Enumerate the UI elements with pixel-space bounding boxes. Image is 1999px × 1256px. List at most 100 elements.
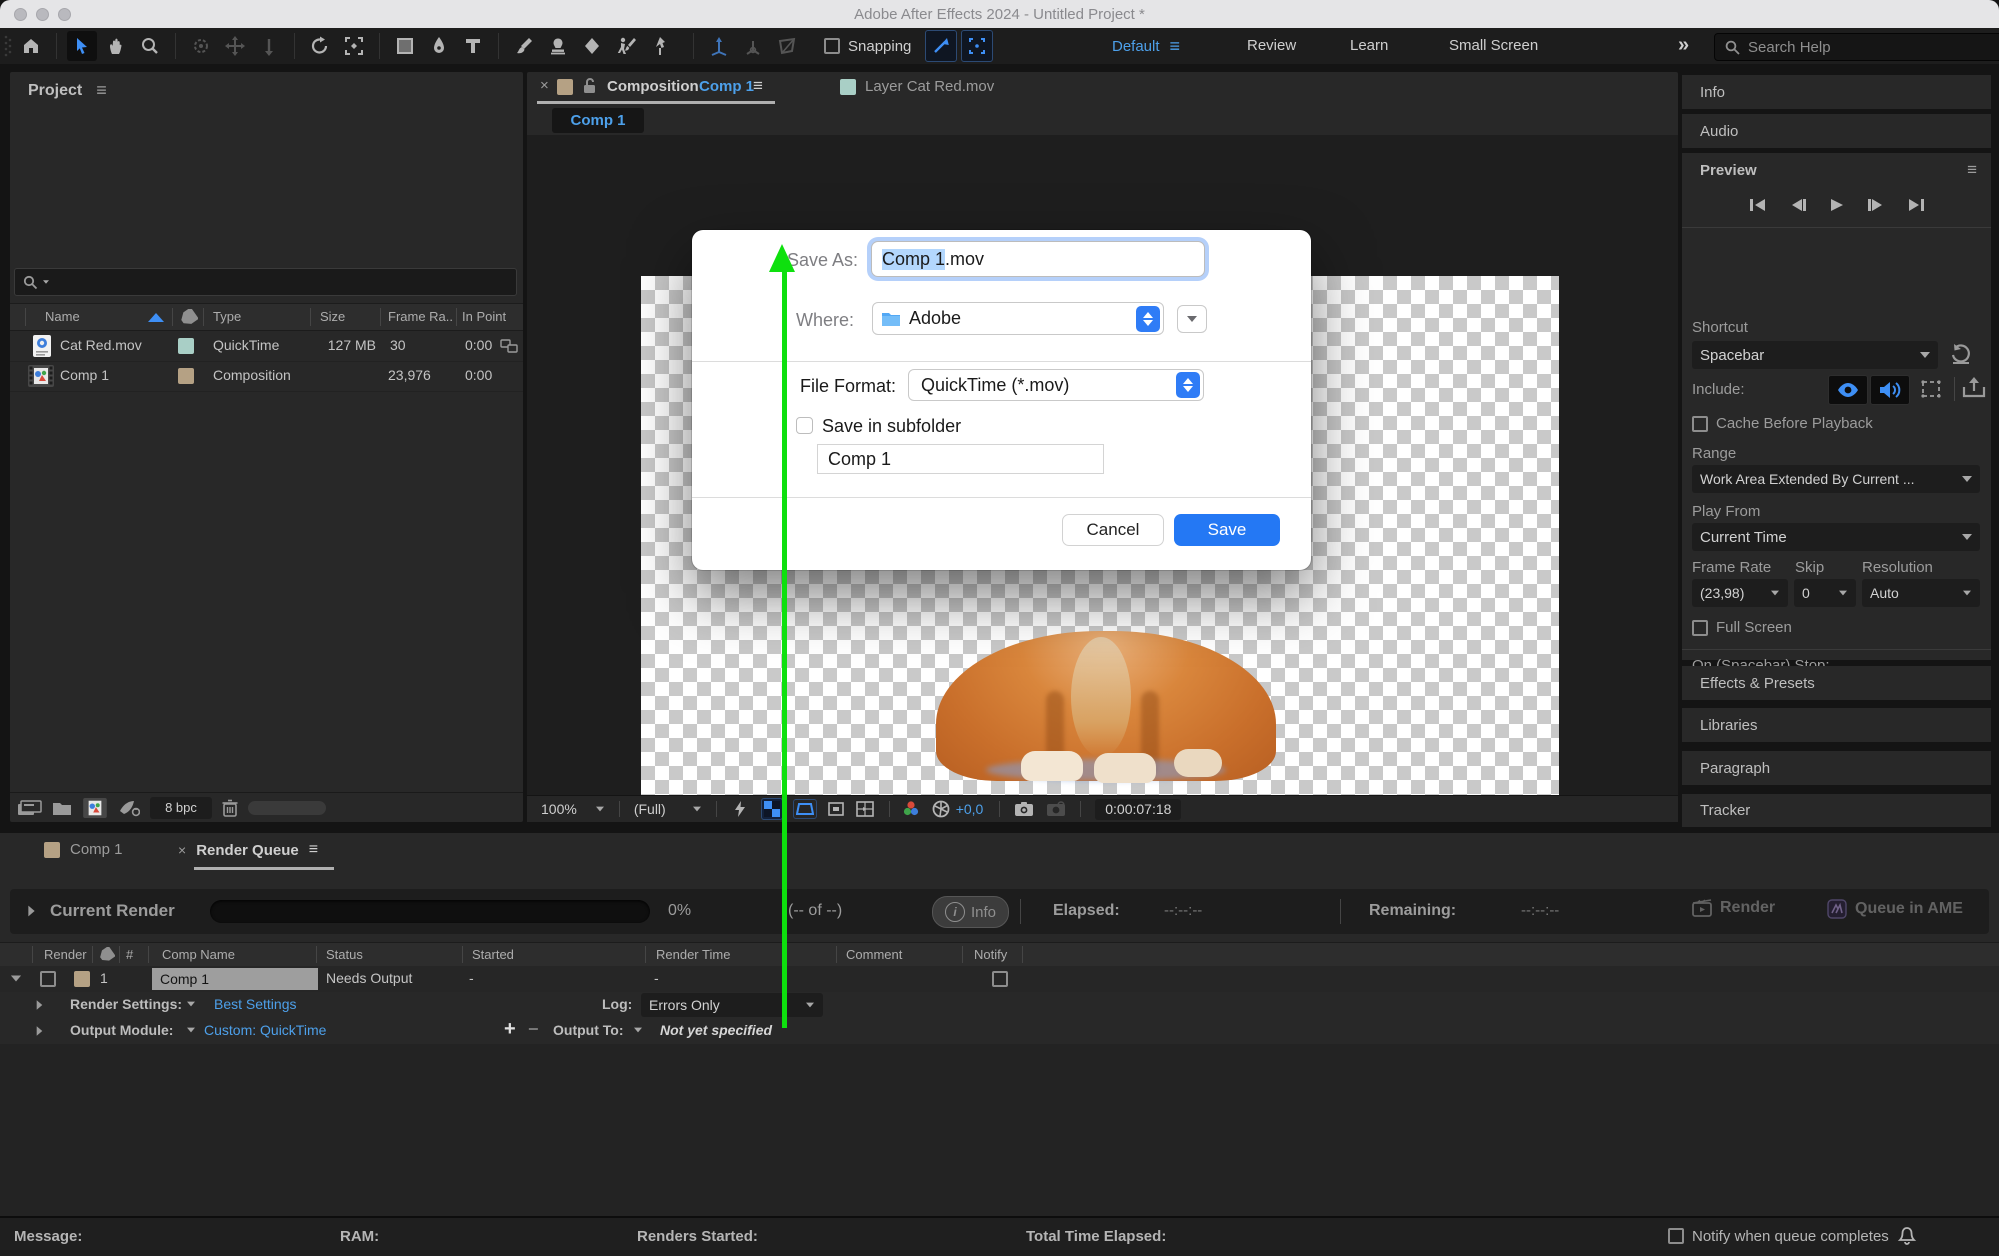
world-axis-mode[interactable] [738, 31, 768, 61]
rq-col-status[interactable]: Status [326, 947, 363, 962]
region-of-interest-icon[interactable] [827, 801, 845, 817]
composition-tab-name[interactable]: Comp 1 [699, 78, 754, 95]
rq-col-render[interactable]: Render [44, 947, 87, 962]
rq-row-render-checkbox[interactable] [40, 971, 56, 987]
rq-tab[interactable]: × Render Queue ≡ [178, 841, 318, 859]
cancel-button[interactable]: Cancel [1062, 514, 1164, 546]
project-row-cat-red[interactable]: Cat Red.mov QuickTime 127 MB 30 0:00 [10, 331, 523, 362]
shortcut-dropdown[interactable]: Spacebar [1692, 341, 1938, 369]
traffic-lights[interactable] [14, 8, 71, 21]
close-tab-icon[interactable]: × [540, 77, 549, 94]
workspace-default[interactable]: Default [1112, 38, 1160, 55]
output-to-value[interactable]: Not yet specified [660, 1022, 772, 1038]
magnification-dropdown[interactable]: 100% [541, 801, 605, 817]
first-frame-icon[interactable] [1749, 198, 1767, 212]
pen-tool[interactable] [424, 31, 454, 61]
column-name[interactable]: Name [45, 309, 80, 324]
fast-preview-icon[interactable] [731, 800, 749, 818]
zoom-tool[interactable] [135, 31, 165, 61]
workspace-menu-icon[interactable]: ≡ [1170, 36, 1181, 57]
paragraph-header[interactable]: Paragraph [1682, 751, 1991, 785]
filename-field[interactable]: Comp 1.mov [871, 241, 1205, 277]
include-video-icon[interactable] [1828, 375, 1868, 405]
full-screen-option[interactable]: Full Screen [1692, 619, 1792, 636]
label-color-column-icon[interactable] [180, 309, 198, 325]
play-icon[interactable] [1829, 198, 1845, 212]
selection-tool[interactable] [67, 31, 97, 61]
workspace-overflow-icon[interactable]: » [1678, 34, 1689, 57]
play-from-dropdown[interactable]: Current Time [1692, 523, 1980, 551]
cache-before-playback[interactable]: Cache Before Playback [1692, 415, 1873, 432]
render-button[interactable]: Render [1692, 899, 1775, 917]
snapping-group[interactable]: Snapping [824, 38, 911, 55]
hand-tool[interactable] [101, 31, 131, 61]
snapping-checkbox[interactable] [824, 38, 840, 54]
sort-ascending-icon[interactable] [148, 313, 164, 322]
preview-menu-icon[interactable]: ≡ [1967, 160, 1977, 180]
info-panel-header[interactable]: Info [1682, 75, 1991, 109]
show-snapshot-icon[interactable] [1046, 801, 1066, 817]
workspace-learn[interactable]: Learn [1350, 37, 1388, 54]
new-composition-icon[interactable] [82, 798, 108, 818]
search-help-box[interactable]: Search Help [1714, 33, 1999, 61]
frame-rate-dropdown[interactable]: (23,98) [1692, 579, 1788, 607]
bpc-button[interactable]: 8 bpc [150, 797, 212, 819]
libraries-header[interactable]: Libraries [1682, 708, 1991, 742]
current-render-expander-icon[interactable] [28, 906, 34, 917]
workspace-review[interactable]: Review [1247, 37, 1296, 54]
label-swatch-tan[interactable] [178, 368, 194, 384]
rectangle-tool[interactable] [390, 31, 420, 61]
where-dropdown[interactable]: Adobe [872, 302, 1164, 335]
footer-scroll-pill[interactable] [248, 801, 326, 815]
channel-colors-icon[interactable] [902, 800, 920, 818]
roto-brush-tool[interactable] [611, 31, 641, 61]
grid-guides-icon[interactable] [855, 801, 875, 817]
next-frame-icon[interactable] [1867, 198, 1885, 212]
save-in-subfolder-checkbox[interactable] [796, 417, 813, 434]
project-row-comp1[interactable]: Comp 1 Composition 23,976 0:00 [10, 361, 523, 392]
camera-region-tool[interactable] [339, 31, 369, 61]
notify-queue-completes[interactable]: Notify when queue completes [1668, 1226, 1917, 1246]
snap-features-icon[interactable] [961, 30, 993, 62]
clone-stamp-tool[interactable] [543, 31, 573, 61]
preview-panel-title[interactable]: Preview [1700, 162, 1757, 179]
full-screen-checkbox[interactable] [1692, 620, 1708, 636]
viewer-menu-icon[interactable]: ≡ [753, 76, 763, 96]
audio-panel-header[interactable]: Audio [1682, 114, 1991, 148]
save-in-subfolder-label[interactable]: Save in subfolder [822, 416, 961, 437]
puppet-pin-tool[interactable] [645, 31, 675, 61]
rq-col-render-time[interactable]: Render Time [656, 947, 730, 962]
output-module-value[interactable]: Custom: QuickTime [204, 1022, 326, 1038]
render-info-button[interactable]: i Info [932, 896, 1009, 928]
column-type[interactable]: Type [213, 309, 241, 324]
pan-camera-tool[interactable] [220, 31, 250, 61]
dolly-camera-tool[interactable] [254, 31, 284, 61]
workspace-small-screen[interactable]: Small Screen [1449, 37, 1538, 54]
save-button[interactable]: Save [1174, 514, 1280, 546]
snap-adjacent-icon[interactable] [925, 30, 957, 62]
close-tab-icon[interactable]: × [178, 842, 186, 858]
rotate-tool[interactable] [305, 31, 335, 61]
close-window-button[interactable] [14, 8, 27, 21]
layer-tab-label[interactable]: Layer Cat Red.mov [865, 78, 994, 95]
rq-row-comp-name[interactable]: Comp 1 [152, 968, 318, 990]
file-format-dropdown[interactable]: QuickTime (*.mov) [908, 369, 1204, 401]
column-size[interactable]: Size [320, 309, 345, 324]
minimize-window-button[interactable] [36, 8, 49, 21]
project-settings-icon[interactable] [118, 799, 140, 817]
trash-icon[interactable] [222, 799, 238, 817]
last-frame-icon[interactable] [1907, 198, 1925, 212]
expand-dialog-button[interactable] [1177, 305, 1207, 333]
rq-col-comp-name[interactable]: Comp Name [162, 947, 235, 962]
label-swatch-teal[interactable] [178, 338, 194, 354]
orbit-camera-tool[interactable] [186, 31, 216, 61]
render-settings-value[interactable]: Best Settings [214, 996, 297, 1012]
new-folder-icon[interactable] [52, 800, 72, 816]
composition-tab-label[interactable]: Composition [607, 78, 699, 95]
effects-presets-header[interactable]: Effects & Presets [1682, 666, 1991, 700]
rq-col-started[interactable]: Started [472, 947, 514, 962]
notify-queue-checkbox[interactable] [1668, 1228, 1684, 1244]
subfolder-name-field[interactable]: Comp 1 [817, 444, 1104, 474]
rq-col-number[interactable]: # [126, 947, 133, 962]
resolution-dropdown-sidebar[interactable]: Auto [1862, 579, 1980, 607]
